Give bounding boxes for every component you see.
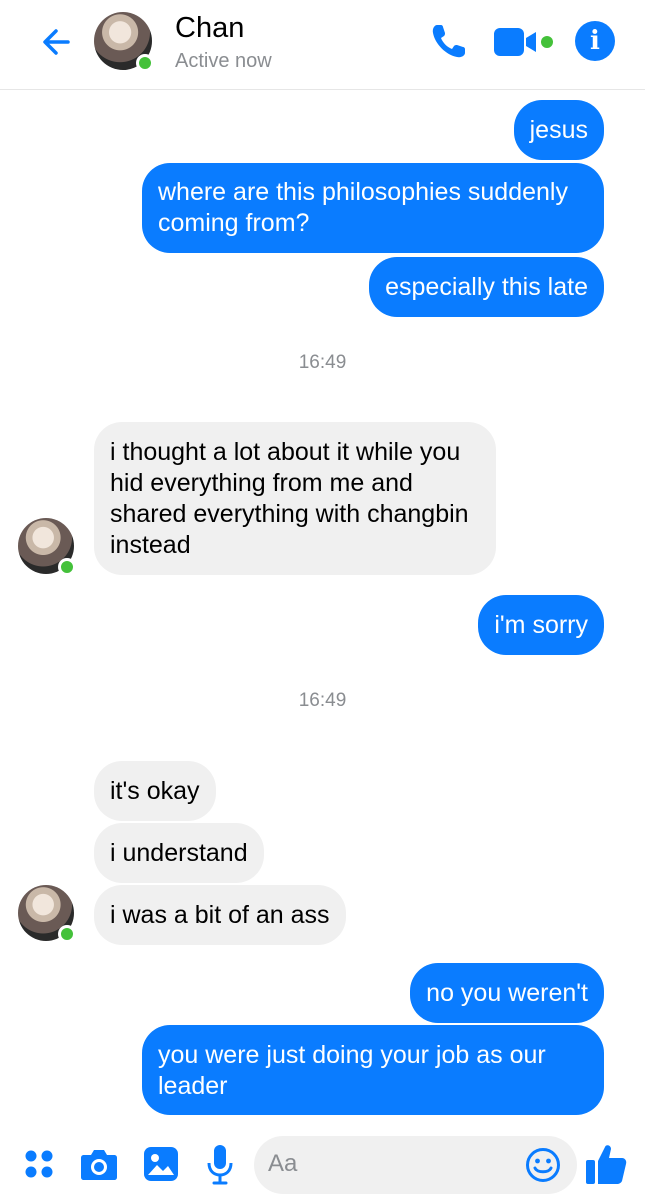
message-bubble[interactable]: i understand xyxy=(94,823,264,883)
video-camera-icon[interactable] xyxy=(492,24,556,60)
composer-bar: Aa xyxy=(0,1130,645,1200)
contact-avatar[interactable] xyxy=(18,885,76,943)
online-indicator xyxy=(58,925,76,943)
camera-icon[interactable] xyxy=(80,1147,118,1181)
message-text: it's okay xyxy=(110,777,200,805)
apps-grid-icon[interactable] xyxy=(24,1149,54,1179)
message-text: you were just doing your job as our lead… xyxy=(158,1041,546,1100)
message-bubble[interactable]: i'm sorry xyxy=(478,595,604,655)
contact-avatar[interactable] xyxy=(18,518,76,576)
message-bubble[interactable]: especially this late xyxy=(369,257,604,317)
message-bubble[interactable]: it's okay xyxy=(94,761,216,821)
message-text: i was a bit of an ass xyxy=(110,901,330,929)
back-arrow-icon[interactable] xyxy=(36,22,76,62)
emoji-icon[interactable] xyxy=(525,1147,561,1183)
microphone-icon[interactable] xyxy=(206,1144,234,1186)
info-icon[interactable]: i xyxy=(575,21,615,61)
contact-status: Active now xyxy=(175,50,272,72)
thumbs-up-icon[interactable] xyxy=(584,1142,628,1186)
message-text: where are this philosophies suddenly com… xyxy=(158,178,568,237)
timestamp: 16:49 xyxy=(298,690,347,711)
message-input[interactable]: Aa xyxy=(254,1136,577,1194)
message-bubble[interactable]: jesus xyxy=(513,100,604,160)
message-bubble[interactable]: you were just doing your job as our lead… xyxy=(142,1025,604,1115)
conversation-header: Chan Active now i xyxy=(0,0,645,90)
online-indicator xyxy=(58,558,76,576)
message-bubble[interactable]: i thought a lot about it while you hid e… xyxy=(94,422,496,575)
contact-name[interactable]: Chan xyxy=(175,12,244,45)
message-text: no you weren't xyxy=(426,979,588,1007)
message-text: i understand xyxy=(110,839,248,867)
message-text: especially this late xyxy=(385,273,588,301)
message-bubble[interactable]: i was a bit of an ass xyxy=(94,885,346,945)
gallery-icon[interactable] xyxy=(143,1146,179,1182)
message-bubble[interactable]: no you weren't xyxy=(410,963,604,1023)
timestamp: 16:49 xyxy=(298,352,347,373)
message-text: i'm sorry xyxy=(494,611,588,639)
message-input-placeholder: Aa xyxy=(268,1150,298,1177)
message-text: jesus xyxy=(529,116,588,144)
message-text: i thought a lot about it while you hid e… xyxy=(110,438,469,559)
online-indicator xyxy=(136,54,154,72)
phone-icon[interactable] xyxy=(428,20,470,62)
message-bubble[interactable]: where are this philosophies suddenly com… xyxy=(142,163,604,253)
contact-avatar[interactable] xyxy=(94,12,154,72)
